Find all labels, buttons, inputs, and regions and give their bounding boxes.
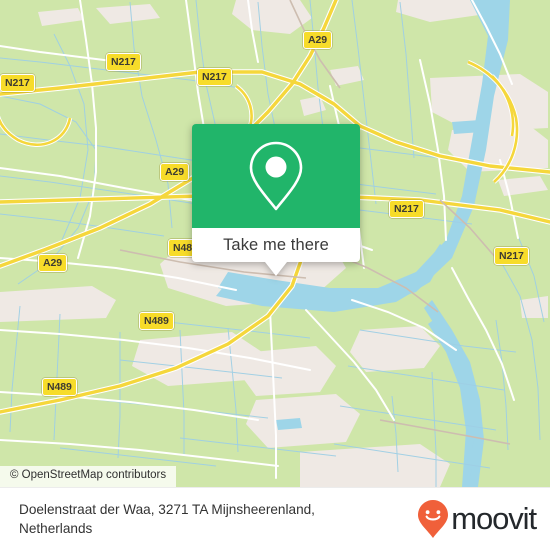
road-shield-n217-far-east[interactable]: N217 [494,247,529,265]
address-line-1: Doelenstraat der Waa, 3271 TA Mijnsheere… [19,501,315,517]
road-shield-n217-center[interactable]: N217 [197,68,232,86]
road-shield-a29-top[interactable]: A29 [303,31,332,49]
moovit-wordmark: moovit [451,501,537,536]
take-me-there-callout[interactable]: Take me there [192,124,360,276]
address-text: Doelenstraat der Waa, 3271 TA Mijnsheere… [19,500,315,539]
callout-icon-area [192,124,360,228]
road-shield-n489-center[interactable]: N489 [139,312,174,330]
footer-bar: Doelenstraat der Waa, 3271 TA Mijnsheere… [0,487,550,550]
callout-tail [265,262,287,276]
road-shield-n217-north[interactable]: N217 [106,53,141,71]
callout-action-area[interactable]: Take me there [192,228,360,276]
road-shield-a29-left[interactable]: A29 [38,254,67,272]
osm-attribution[interactable]: © OpenStreetMap contributors [0,466,177,487]
map-pin-icon [249,141,303,211]
road-shield-n489-southwest[interactable]: N489 [42,378,77,396]
road-shield-n217-east[interactable]: N217 [389,200,424,218]
map-screenshot-root: N217 N217 N217 A29 N217 N217 A29 A29 N48… [0,0,550,550]
road-shield-n217-west[interactable]: N217 [0,74,35,92]
address-line-2: Netherlands [19,521,93,536]
moovit-pin-icon [418,500,449,538]
take-me-there-label: Take me there [223,235,329,254]
road-shield-a29-middle[interactable]: A29 [160,163,189,181]
moovit-logo[interactable]: moovit [416,498,537,540]
